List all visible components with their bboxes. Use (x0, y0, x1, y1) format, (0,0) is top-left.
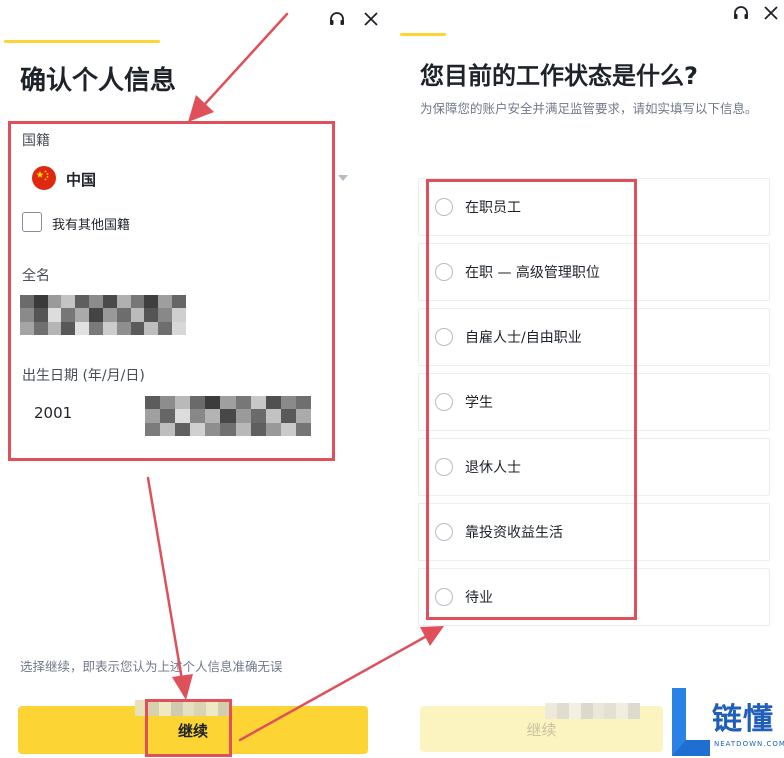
headset-icon[interactable] (732, 4, 750, 22)
radio-button[interactable] (435, 458, 453, 476)
button-redacted (545, 703, 640, 719)
close-icon[interactable] (362, 10, 380, 28)
option-label: 学生 (465, 395, 493, 411)
option-label: 退休人士 (465, 460, 521, 476)
option-self-employed[interactable]: 自雇人士/自由职业 (418, 308, 770, 366)
continue-button-label: 继续 (526, 721, 557, 739)
disclaimer-text: 选择继续，即表示您认为上述个人信息准确无误 (20, 659, 283, 674)
dob-redacted (145, 396, 311, 436)
checkbox-box[interactable] (22, 212, 42, 232)
close-icon[interactable] (762, 4, 780, 22)
option-student[interactable]: 学生 (418, 373, 770, 431)
dob-label: 出生日期 (年/月/日) (22, 368, 145, 384)
dob-year[interactable]: 2001 (34, 404, 72, 422)
nationality-value: 中国 (66, 171, 97, 189)
fullname-label: 全名 (22, 268, 50, 284)
china-flag-icon (32, 166, 56, 190)
option-employed[interactable]: 在职员工 (418, 178, 770, 236)
option-label: 在职 — 高级管理职位 (465, 265, 600, 281)
radio-button[interactable] (435, 523, 453, 541)
nationality-label: 国籍 (22, 133, 50, 149)
option-investment-income[interactable]: 靠投资收益生活 (418, 503, 770, 561)
watermark-domain: NEATDOWN.COM (714, 740, 784, 748)
progress-bar (400, 33, 446, 36)
radio-button[interactable] (435, 263, 453, 281)
option-senior-management[interactable]: 在职 — 高级管理职位 (418, 243, 770, 301)
fullname-redacted (20, 295, 186, 335)
other-nationality-checkbox[interactable]: 我有其他国籍 (22, 212, 222, 234)
progress-bar (4, 40, 160, 43)
page-title: 确认个人信息 (20, 66, 177, 96)
logo-mark-icon (672, 688, 710, 756)
button-redacted (135, 700, 230, 716)
radio-button[interactable] (435, 198, 453, 216)
option-label: 待业 (465, 590, 493, 606)
personal-info-screen: 确认个人信息 国籍 中国 我有其他国籍 全名 出生日期 (年/月/日) 2001… (0, 0, 392, 758)
option-unemployed[interactable]: 待业 (418, 568, 770, 626)
radio-button[interactable] (435, 328, 453, 346)
other-nationality-label: 我有其他国籍 (52, 218, 131, 233)
continue-button-label: 继续 (177, 722, 208, 740)
option-label: 靠投资收益生活 (465, 525, 563, 541)
radio-button[interactable] (435, 393, 453, 411)
nationality-select[interactable]: 中国 (22, 160, 352, 196)
watermark-logo: 链懂 NEATDOWN.COM (670, 688, 784, 758)
option-label: 自雇人士/自由职业 (465, 330, 582, 346)
caret-down-icon (338, 175, 348, 181)
question-title: 您目前的工作状态是什么? (420, 62, 698, 90)
question-subtitle: 为保障您的账户安全并满足监管要求，请如实填写以下信息。 (420, 101, 758, 116)
option-label: 在职员工 (465, 200, 521, 216)
headset-icon[interactable] (328, 10, 346, 28)
watermark-brand: 链懂 (712, 702, 774, 737)
radio-button[interactable] (435, 588, 453, 606)
option-retired[interactable]: 退休人士 (418, 438, 770, 496)
